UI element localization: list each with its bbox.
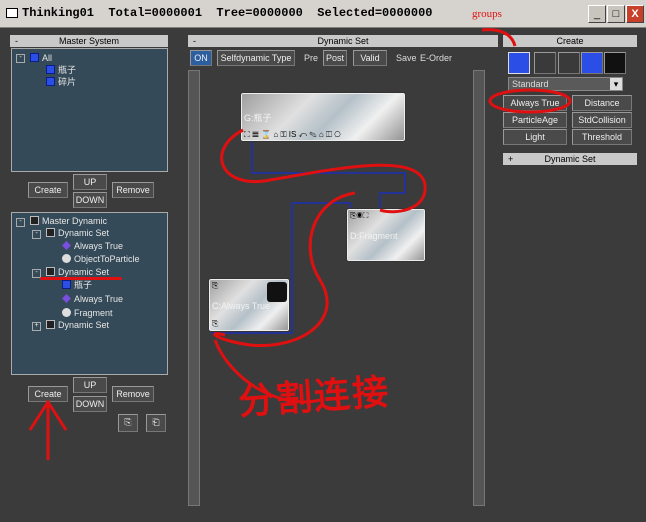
handwritten-note: 分割连接 xyxy=(236,371,392,424)
handwritten-marks xyxy=(28,28,572,460)
